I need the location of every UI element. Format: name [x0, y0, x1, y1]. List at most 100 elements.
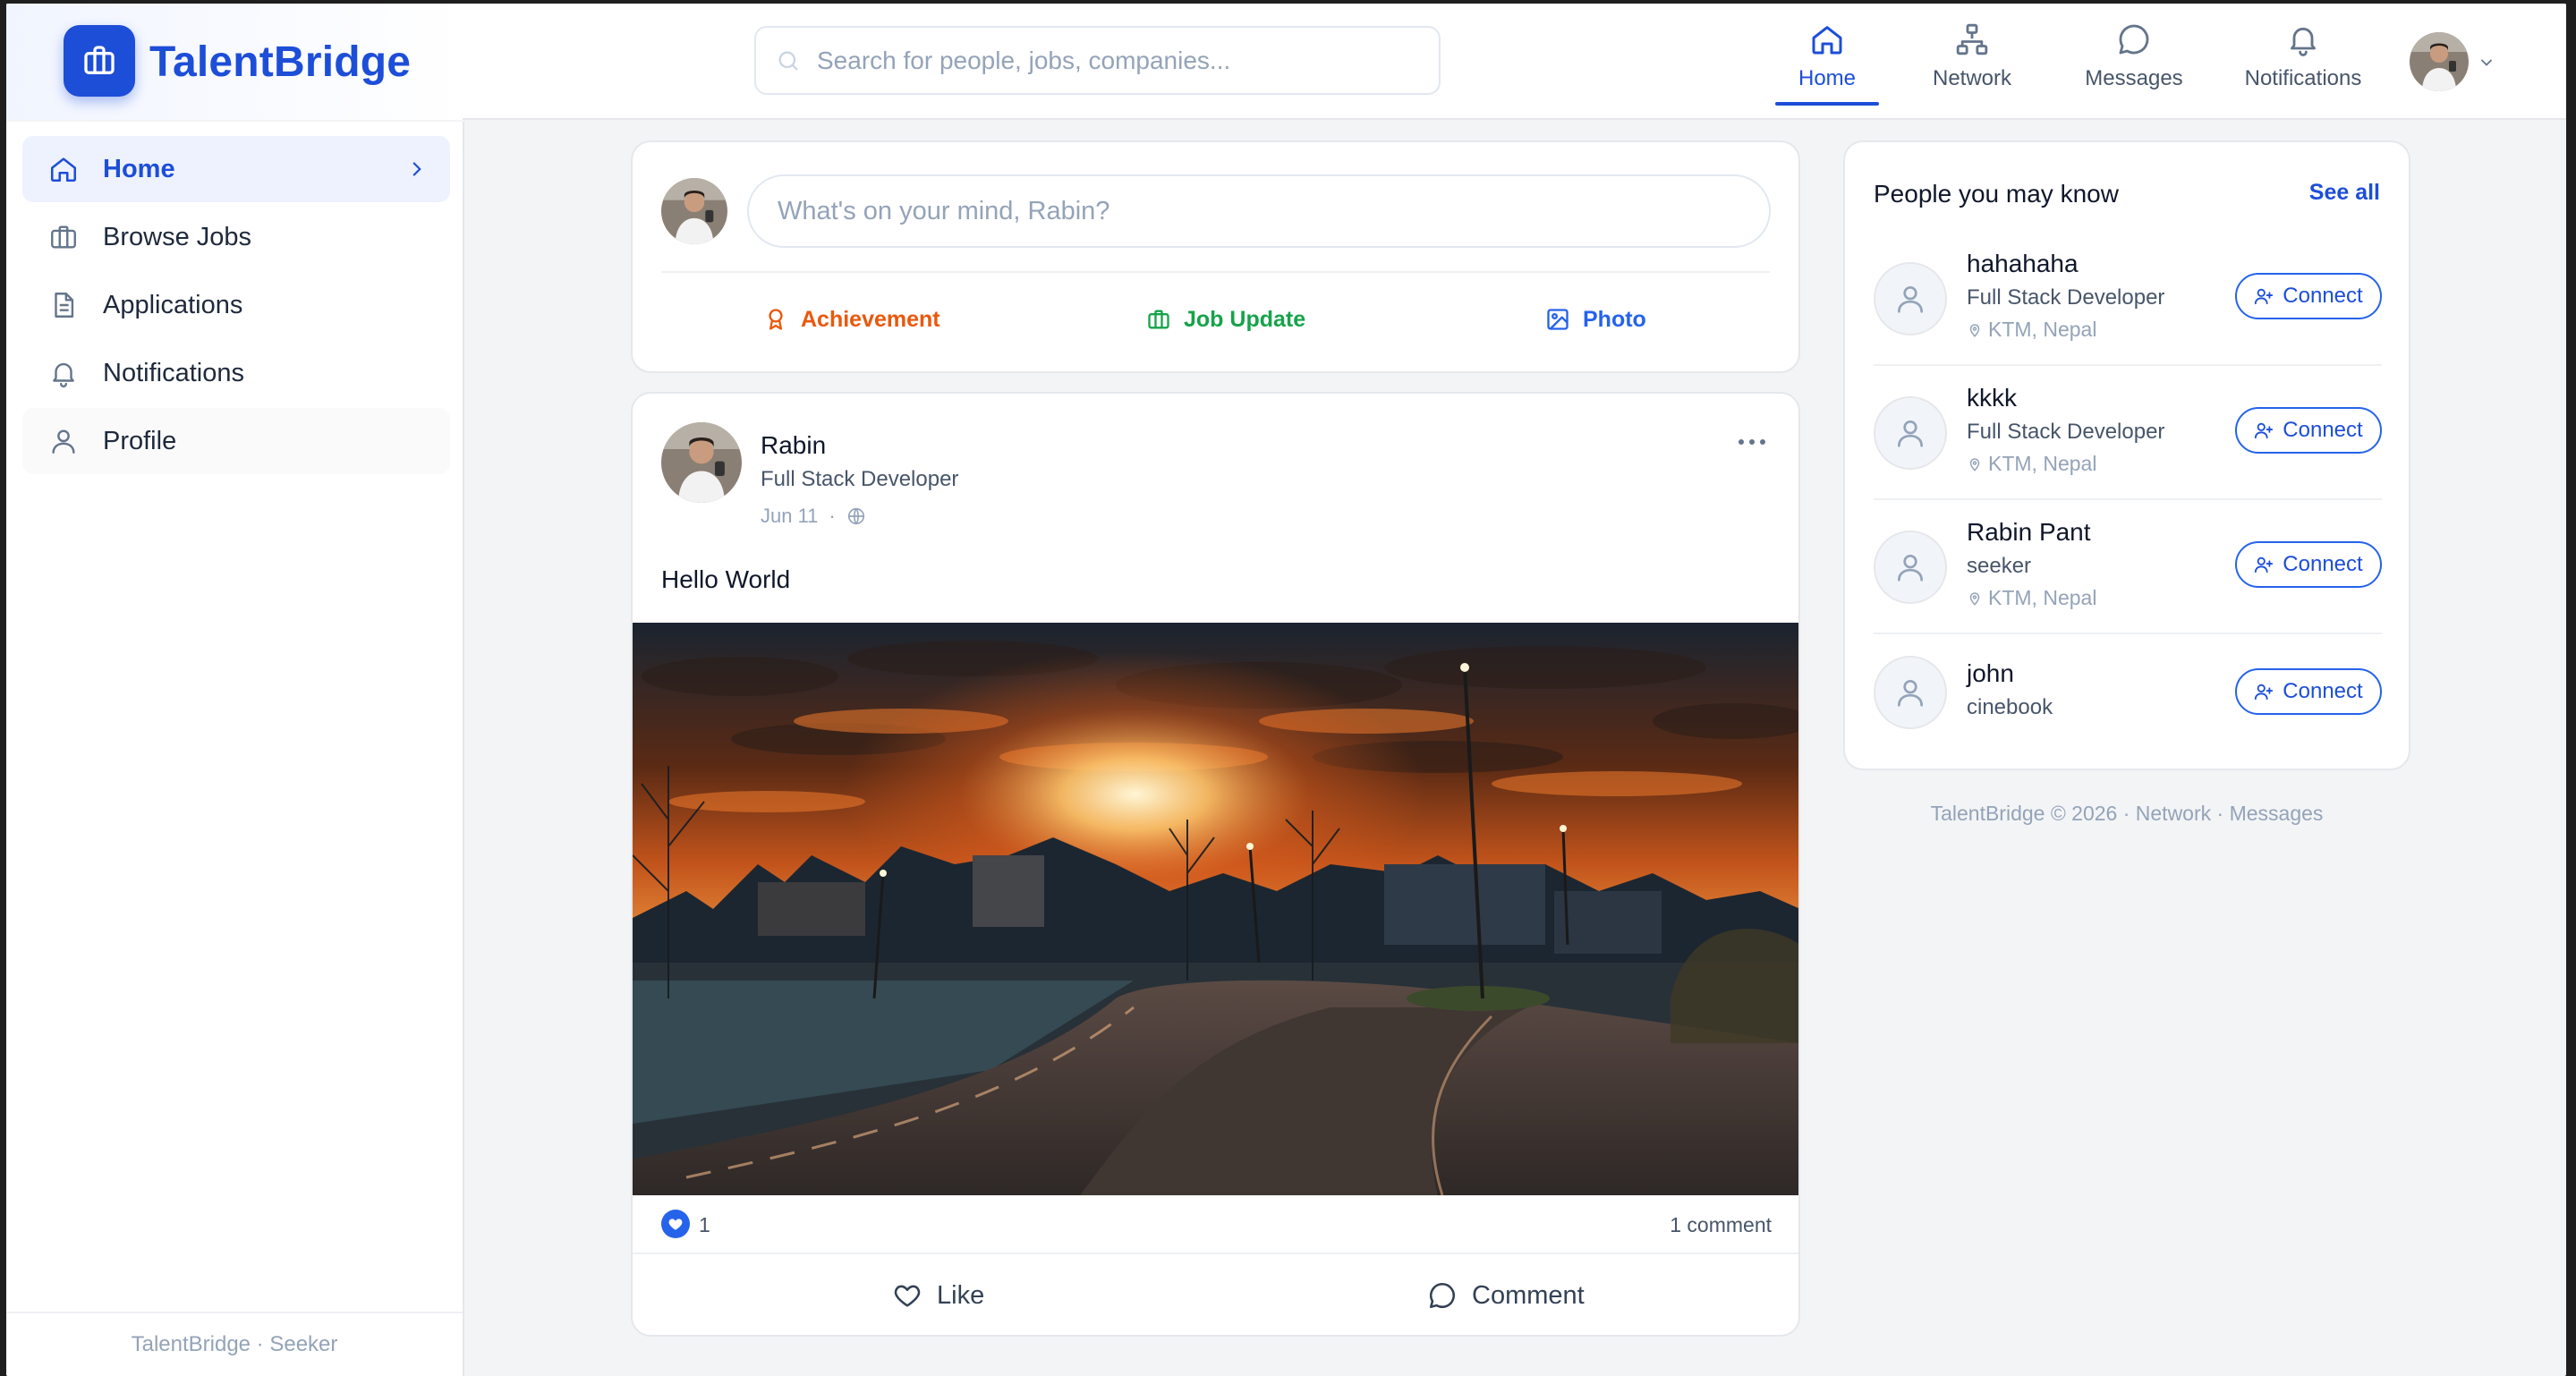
user-plus-icon — [2254, 420, 2274, 440]
connect-button[interactable]: Connect — [2235, 407, 2382, 454]
bell-icon — [2285, 21, 2321, 57]
map-pin-icon — [1967, 590, 1983, 607]
home-icon — [47, 153, 80, 185]
see-all-link[interactable]: See all — [2309, 180, 2380, 206]
post-date: Jun 11 — [761, 505, 819, 527]
nav-notifications[interactable]: Notifications — [2232, 4, 2375, 120]
connect-label: Connect — [2283, 552, 2363, 576]
chevron-right-icon — [405, 157, 429, 181]
separator-dot: · — [829, 505, 836, 527]
search-icon — [776, 48, 801, 73]
nav-notifications-label: Notifications — [2244, 66, 2362, 90]
connect-label: Connect — [2283, 418, 2363, 442]
job-update-label: Job Update — [1184, 306, 1306, 332]
nav-messages[interactable]: Messages — [2063, 4, 2205, 120]
post-author[interactable]: Rabin — [761, 431, 826, 460]
post-stats: 1 1 comment — [633, 1195, 1798, 1254]
comment-button[interactable]: Comment — [1427, 1274, 1585, 1317]
nav-network[interactable]: Network — [1914, 4, 2030, 120]
footer-link-network[interactable]: Network — [2136, 802, 2211, 825]
search-input[interactable]: Search for people, jobs, companies... — [817, 47, 1230, 75]
brand-area: TalentBridge — [6, 4, 463, 120]
location-text: KTM, Nepal — [1988, 452, 2097, 475]
sidebar-footer: TalentBridge · Seeker — [6, 1312, 463, 1376]
sidebar-item-label: Browse Jobs — [103, 222, 252, 251]
person-name[interactable]: kkkk — [1967, 384, 2017, 412]
sidebar-item-label: Applications — [103, 290, 243, 319]
job-update-button[interactable]: Job Update — [1146, 302, 1305, 337]
user-plus-icon — [2254, 286, 2274, 306]
sidebar-item-applications[interactable]: Applications — [22, 272, 450, 338]
person-role: seeker — [1967, 554, 2032, 578]
footer-separator: · — [2211, 802, 2230, 825]
sidebar-item-label: Home — [103, 154, 175, 183]
nav-network-label: Network — [1932, 66, 2012, 90]
person-role: Full Stack Developer — [1967, 420, 2165, 444]
connect-button[interactable]: Connect — [2235, 668, 2382, 715]
comment-icon — [1427, 1280, 1458, 1311]
person-name[interactable]: john — [1967, 659, 2014, 688]
sidebar-item-notifications[interactable]: Notifications — [22, 340, 450, 406]
achievement-button[interactable]: Achievement — [763, 302, 940, 337]
sidebar-item-profile[interactable]: Profile — [22, 408, 450, 474]
connect-label: Connect — [2283, 284, 2363, 308]
app-window: TalentBridge Search for people, jobs, co… — [6, 4, 2566, 1376]
person-location: KTM, Nepal — [1967, 452, 2096, 476]
chevron-down-icon[interactable] — [2478, 54, 2495, 72]
connect-label: Connect — [2283, 679, 2363, 703]
like-label: Like — [937, 1280, 985, 1310]
person-item: kkkk Full Stack Developer KTM, Nepal Con… — [1874, 366, 2382, 500]
user-plus-icon — [2254, 555, 2274, 574]
comment-count[interactable]: 1 comment — [1670, 1213, 1772, 1237]
search-bar[interactable]: Search for people, jobs, companies... — [754, 26, 1441, 95]
more-options-icon[interactable] — [1738, 437, 1766, 447]
user-icon — [47, 425, 80, 457]
nav-active-indicator — [1775, 102, 1879, 106]
avatar-placeholder[interactable] — [1874, 656, 1947, 729]
post-card: Rabin Full Stack Developer Jun 11 · Hell… — [631, 392, 1800, 1337]
sidebar-item-browse-jobs[interactable]: Browse Jobs — [22, 204, 450, 270]
user-plus-icon — [2254, 682, 2274, 701]
avatar-placeholder[interactable] — [1874, 262, 1947, 336]
footer-link-messages[interactable]: Messages — [2230, 802, 2324, 825]
connect-button[interactable]: Connect — [2235, 541, 2382, 588]
person-role: cinebook — [1967, 695, 2053, 719]
people-you-may-know-card: People you may know See all hahahaha Ful… — [1843, 140, 2410, 770]
post-author-role: Full Stack Developer — [761, 467, 959, 491]
user-avatar[interactable] — [2410, 32, 2469, 91]
left-sidebar: Home Browse Jobs Applications Notificati… — [6, 122, 464, 1376]
composer-input[interactable]: What's on your mind, Rabin? — [747, 174, 1771, 248]
post-image[interactable] — [633, 623, 1798, 1195]
person-name[interactable]: hahahaha — [1967, 250, 2079, 278]
photo-button[interactable]: Photo — [1545, 302, 1646, 337]
sidebar-item-home[interactable]: Home — [22, 136, 450, 202]
person-name[interactable]: Rabin Pant — [1967, 518, 2091, 547]
avatar-placeholder[interactable] — [1874, 396, 1947, 470]
avatar[interactable] — [661, 178, 727, 244]
divider — [661, 271, 1770, 273]
map-pin-icon — [1967, 456, 1983, 472]
sidebar-item-label: Profile — [103, 426, 177, 455]
post-composer: What's on your mind, Rabin? Achievement … — [631, 140, 1800, 373]
avatar-placeholder[interactable] — [1874, 531, 1947, 604]
like-button[interactable]: Like — [892, 1274, 984, 1317]
message-icon — [2116, 21, 2152, 57]
home-icon — [1809, 21, 1845, 57]
brand-name[interactable]: TalentBridge — [149, 38, 411, 87]
person-location: KTM, Nepal — [1967, 586, 2096, 610]
top-bar: TalentBridge Search for people, jobs, co… — [6, 4, 2566, 120]
post-meta: Jun 11 · — [761, 505, 866, 528]
nav-home[interactable]: Home — [1775, 4, 1879, 120]
brand-logo-icon[interactable] — [64, 25, 135, 97]
person-item: hahahaha Full Stack Developer KTM, Nepal… — [1874, 232, 2382, 366]
bell-icon — [47, 357, 80, 389]
heart-outline-icon — [892, 1280, 922, 1311]
sidebar-item-label: Notifications — [103, 358, 244, 387]
briefcase-icon — [47, 221, 80, 253]
avatar[interactable] — [661, 422, 742, 503]
connect-button[interactable]: Connect — [2235, 273, 2382, 319]
image-icon — [1545, 307, 1570, 332]
award-icon — [763, 307, 788, 332]
like-count[interactable]: 1 — [699, 1213, 710, 1237]
post-text: Hello World — [661, 565, 791, 593]
